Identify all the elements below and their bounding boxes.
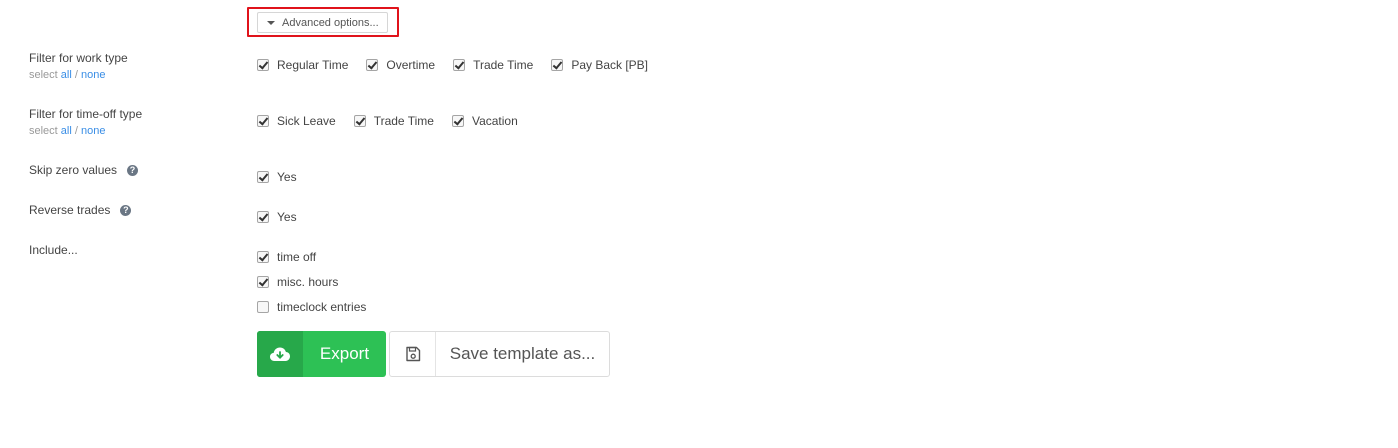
timeoff-type-label: Filter for time-off type xyxy=(29,107,143,121)
checkbox[interactable] xyxy=(257,276,269,288)
include-option-time-off[interactable]: time off xyxy=(257,250,316,264)
reverse-trades-text: Reverse trades xyxy=(29,203,111,217)
select-prefix: select xyxy=(29,125,61,137)
select-separator: / xyxy=(71,125,81,137)
include-label: Include... xyxy=(29,243,78,257)
help-icon[interactable]: ? xyxy=(127,164,139,176)
save-template-button[interactable]: Save template as... xyxy=(389,331,610,377)
include-option-timeclock-entries[interactable]: timeclock entries xyxy=(257,300,366,314)
checkbox[interactable] xyxy=(257,211,269,223)
export-button[interactable]: Export xyxy=(257,331,386,377)
timeoff-type-select-none-link[interactable]: none xyxy=(81,125,105,137)
timeoff-option-vacation[interactable]: Vacation xyxy=(451,114,518,128)
checkbox[interactable] xyxy=(451,115,464,127)
reverse-trades-option-yes[interactable]: Yes xyxy=(257,210,297,224)
timeoff-type-select: select all / none xyxy=(29,125,105,137)
cloud-download-icon xyxy=(257,331,303,377)
option-label: timeclock entries xyxy=(277,300,367,314)
option-label: misc. hours xyxy=(277,275,339,289)
include-option-misc-hours[interactable]: misc. hours xyxy=(257,275,338,289)
option-label: time off xyxy=(277,250,317,264)
work-type-option-trade-time[interactable]: Trade Time xyxy=(453,58,533,72)
work-type-select-all-link[interactable]: all xyxy=(61,69,72,81)
skip-zero-text: Skip zero values xyxy=(29,163,118,177)
option-label: Yes xyxy=(277,210,297,224)
reverse-trades-label: Reverse trades? xyxy=(29,203,132,217)
option-label: Vacation xyxy=(471,114,518,128)
checkbox[interactable] xyxy=(257,251,269,263)
timeoff-type-options: Sick Leave Trade Time Vacation xyxy=(257,114,536,128)
checkbox[interactable] xyxy=(257,301,269,313)
skip-zero-label: Skip zero values? xyxy=(29,163,139,177)
select-prefix: select xyxy=(29,69,61,81)
checkbox[interactable] xyxy=(353,115,366,127)
work-type-select: select all / none xyxy=(29,69,105,81)
option-label: Overtime xyxy=(386,58,436,72)
option-label: Pay Back [PB] xyxy=(571,58,649,72)
floppy-disk-icon xyxy=(390,332,436,376)
checkbox[interactable] xyxy=(257,59,269,71)
timeoff-option-sick-leave[interactable]: Sick Leave xyxy=(257,114,336,128)
caret-down-icon xyxy=(267,20,275,25)
export-label: Export xyxy=(319,344,370,363)
checkbox[interactable] xyxy=(257,115,269,127)
work-type-option-regular-time[interactable]: Regular Time xyxy=(257,58,348,72)
option-label: Yes xyxy=(277,170,297,184)
work-type-select-none-link[interactable]: none xyxy=(81,69,105,81)
work-type-label: Filter for work type xyxy=(29,51,128,65)
advanced-options-button[interactable]: Advanced options... xyxy=(257,12,388,33)
advanced-options-label: Advanced options... xyxy=(282,16,379,29)
reverse-trades-options: Yes xyxy=(257,210,315,224)
option-label: Sick Leave xyxy=(277,114,336,128)
checkbox[interactable] xyxy=(366,59,379,71)
help-icon[interactable]: ? xyxy=(120,204,132,216)
skip-zero-option-yes[interactable]: Yes xyxy=(257,170,297,184)
checkbox[interactable] xyxy=(551,59,564,71)
option-label: Trade Time xyxy=(373,114,434,128)
option-label: Regular Time xyxy=(277,58,349,72)
skip-zero-options: Yes xyxy=(257,170,315,184)
select-separator: / xyxy=(71,69,81,81)
option-label: Trade Time xyxy=(473,58,534,72)
timeoff-type-select-all-link[interactable]: all xyxy=(61,125,72,137)
work-type-options: Regular Time Overtime Trade Time Pay Bac… xyxy=(257,58,666,72)
work-type-option-overtime[interactable]: Overtime xyxy=(366,58,435,72)
timeoff-option-trade-time[interactable]: Trade Time xyxy=(353,114,434,128)
save-template-label: Save template as... xyxy=(449,344,596,363)
work-type-option-pay-back[interactable]: Pay Back [PB] xyxy=(551,58,648,72)
checkbox[interactable] xyxy=(453,59,466,71)
checkbox[interactable] xyxy=(257,171,269,183)
